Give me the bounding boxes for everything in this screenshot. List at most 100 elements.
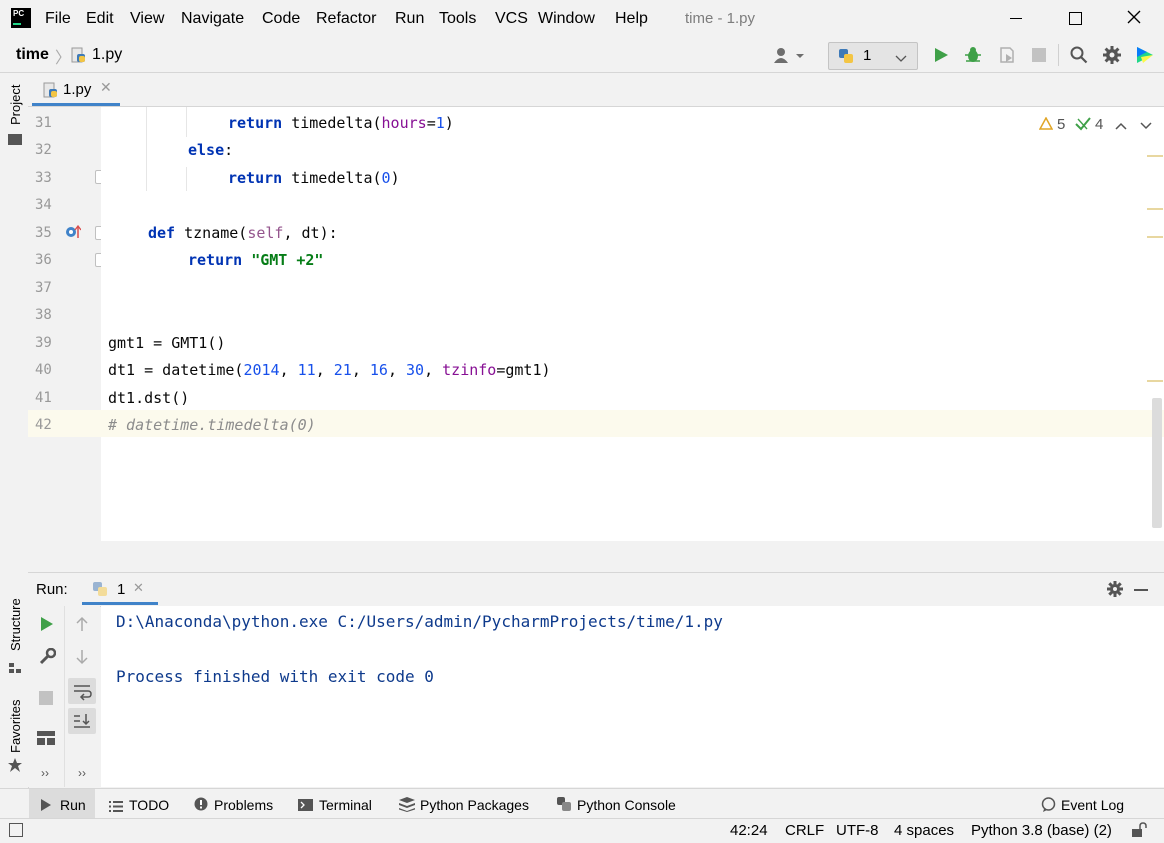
layout-icon[interactable]: [37, 731, 55, 745]
wrench-icon[interactable]: [38, 647, 57, 666]
chevron-down-icon[interactable]: [1140, 118, 1152, 130]
line-number: 42: [35, 417, 52, 433]
packages-icon[interactable]: [399, 797, 415, 812]
soft-wrap-icon[interactable]: [68, 678, 96, 704]
breadcrumb-file[interactable]: 1.py: [92, 46, 122, 64]
line-number: 33: [35, 170, 52, 186]
editor-scrollbar-thumb[interactable]: [1152, 398, 1162, 528]
python-console-icon[interactable]: [557, 797, 571, 811]
menu-code[interactable]: Code: [262, 10, 300, 28]
line-separator[interactable]: CRLF: [785, 822, 824, 839]
menu-navigate[interactable]: Navigate: [181, 10, 244, 28]
override-method-icon[interactable]: [65, 224, 82, 239]
run-icon[interactable]: [933, 47, 949, 63]
minimize-icon[interactable]: [1010, 18, 1022, 19]
problems-tool-button[interactable]: Problems: [214, 797, 273, 813]
more-icon[interactable]: ››: [78, 766, 86, 780]
close-tab-icon[interactable]: ✕: [133, 580, 144, 596]
console-command-line: D:\Anaconda\python.exe C:/Users/admin/Py…: [116, 612, 723, 631]
run-panel-header: Run: 1 ✕: [28, 572, 1164, 607]
caret-position[interactable]: 42:24: [730, 822, 768, 839]
check-icon[interactable]: [1075, 116, 1091, 132]
warning-count[interactable]: 5: [1057, 116, 1065, 133]
close-icon[interactable]: [1126, 9, 1142, 25]
arrow-up-icon[interactable]: [75, 616, 89, 632]
arrow-down-icon[interactable]: [75, 649, 89, 665]
python-interpreter[interactable]: Python 3.8 (base) (2): [971, 822, 1112, 839]
run-tab-1[interactable]: 1 ✕: [82, 573, 158, 605]
warning-icon[interactable]: [1038, 116, 1054, 130]
code-line-32: else:: [188, 141, 234, 159]
indent-guide: [186, 107, 187, 137]
navigation-bar: time 〉 1.py 1: [0, 38, 1164, 73]
menu-vcs[interactable]: VCS: [495, 10, 528, 28]
search-icon[interactable]: [1070, 46, 1088, 64]
lock-icon[interactable]: [1131, 822, 1147, 838]
rerun-icon[interactable]: [40, 617, 54, 631]
menu-edit[interactable]: Edit: [86, 10, 114, 28]
python-packages-tool-button[interactable]: Python Packages: [420, 797, 529, 813]
scroll-marker[interactable]: [1147, 155, 1163, 157]
stop-icon[interactable]: [1032, 48, 1046, 62]
line-number: 38: [35, 307, 52, 323]
run-tool-button[interactable]: Run: [29, 789, 95, 819]
line-number: 37: [35, 280, 52, 296]
terminal-tool-button[interactable]: Terminal: [319, 797, 372, 813]
chevron-up-icon[interactable]: [1115, 118, 1127, 130]
indent-setting[interactable]: 4 spaces: [894, 822, 954, 839]
menu-help[interactable]: Help: [615, 10, 648, 28]
code-line-36: return "GMT +2": [188, 251, 324, 269]
menu-run[interactable]: Run: [395, 10, 424, 28]
breadcrumb-project[interactable]: time: [16, 46, 49, 64]
terminal-icon[interactable]: [298, 798, 313, 811]
project-tool-button[interactable]: Project: [8, 85, 23, 125]
code-line-40: dt1 = datetime(2014, 11, 21, 16, 30, tzi…: [108, 361, 551, 379]
more-icon[interactable]: ››: [41, 766, 49, 780]
run-config-select[interactable]: 1: [828, 42, 918, 70]
menu-tools[interactable]: Tools: [439, 10, 476, 28]
close-tab-icon[interactable]: ✕: [100, 79, 112, 96]
console-exit-line: Process finished with exit code 0: [116, 667, 434, 686]
todo-list-icon[interactable]: [109, 799, 123, 812]
tool-windows-toggle-icon[interactable]: [9, 823, 23, 837]
folder-icon[interactable]: [8, 134, 22, 145]
python-icon: [838, 48, 854, 64]
gear-icon[interactable]: [1103, 46, 1121, 64]
run-console[interactable]: D:\Anaconda\python.exe C:/Users/admin/Py…: [101, 606, 1164, 787]
menu-window[interactable]: Window: [538, 10, 595, 28]
jetbrains-toolbox-icon[interactable]: [1135, 45, 1155, 65]
line-number: 32: [35, 142, 52, 158]
python-console-tool-button[interactable]: Python Console: [577, 797, 676, 813]
todo-tool-button[interactable]: TODO: [129, 797, 169, 813]
menu-view[interactable]: View: [130, 10, 164, 28]
favorites-tool-button[interactable]: Favorites: [8, 700, 23, 753]
coverage-icon[interactable]: [998, 46, 1016, 64]
file-encoding[interactable]: UTF-8: [836, 822, 879, 839]
structure-icon[interactable]: [9, 660, 21, 673]
debug-icon[interactable]: [964, 46, 982, 64]
user-icon[interactable]: [772, 46, 806, 64]
problems-icon[interactable]: [194, 797, 208, 811]
tab-1py[interactable]: 1.py ✕: [32, 73, 120, 106]
stop-icon[interactable]: [39, 691, 53, 705]
weak-warning-count[interactable]: 4: [1095, 116, 1103, 133]
maximize-icon[interactable]: [1069, 12, 1082, 25]
scroll-marker[interactable]: [1147, 380, 1163, 382]
line-number: 36: [35, 252, 52, 268]
menu-refactor[interactable]: Refactor: [316, 10, 376, 28]
scroll-to-end-icon[interactable]: [68, 708, 96, 734]
breadcrumb-separator: 〉: [55, 50, 72, 67]
toolbar-divider: [1058, 44, 1059, 66]
scroll-marker[interactable]: [1147, 208, 1163, 210]
menu-file[interactable]: File: [45, 10, 71, 28]
gear-icon[interactable]: [1107, 581, 1123, 597]
minimize-panel-icon[interactable]: [1134, 589, 1148, 591]
event-log-tool-button[interactable]: Event Log: [1061, 797, 1124, 813]
code-line-42: # datetime.timedelta(0): [108, 416, 316, 434]
star-icon[interactable]: [8, 758, 22, 772]
structure-tool-button[interactable]: Structure: [8, 598, 23, 651]
event-log-icon[interactable]: [1041, 797, 1056, 812]
status-bar: 42:24 CRLF UTF-8 4 spaces Python 3.8 (ba…: [0, 818, 1164, 843]
line-number: 34: [35, 197, 52, 213]
scroll-marker[interactable]: [1147, 236, 1163, 238]
